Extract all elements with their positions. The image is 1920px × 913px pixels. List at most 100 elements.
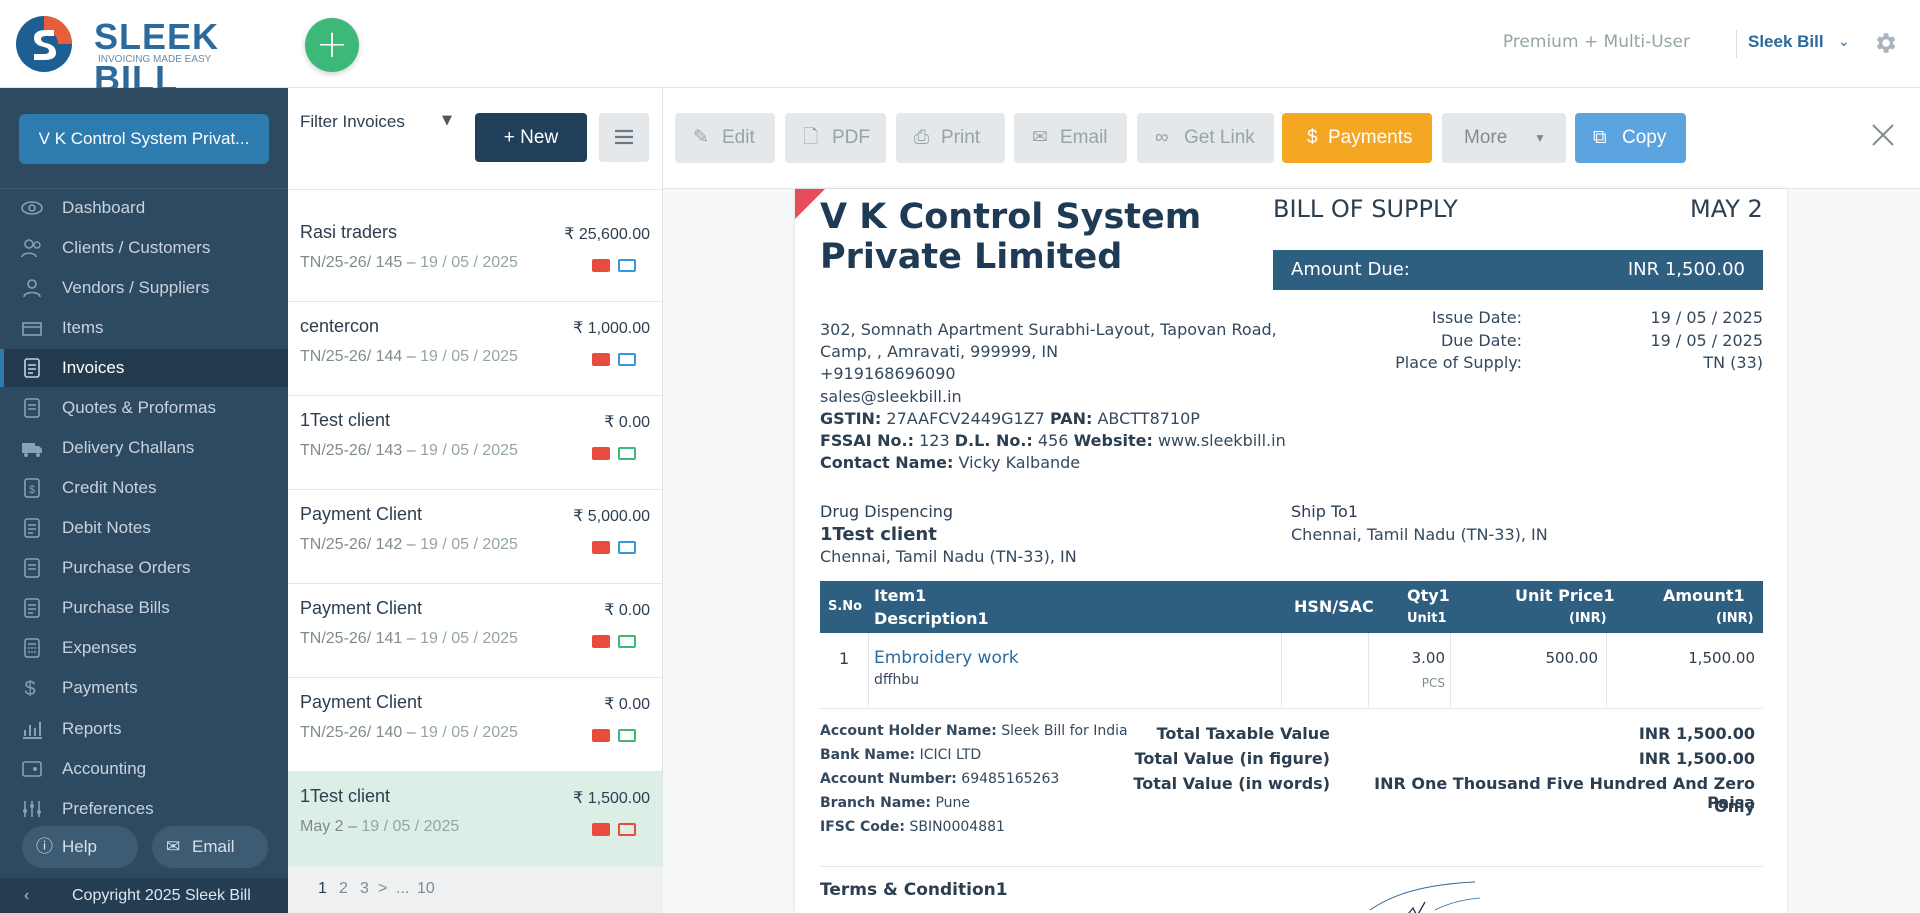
invoice-amount: ₹ 1,000.00 (573, 320, 650, 337)
website-label: Website: (1073, 431, 1153, 450)
invoice-meta: May 2 – 19 / 05 / 2025 (300, 818, 460, 835)
dollar-doc-icon: $ (24, 478, 40, 498)
sidebar-item-debit-notes[interactable]: Debit Notes (0, 509, 288, 547)
list-menu-button[interactable] (599, 113, 649, 162)
email-button[interactable]: ✉ Email (1014, 113, 1127, 163)
phone: +919168696090 (820, 364, 956, 383)
sidebar-item-quotes[interactable]: Quotes & Proformas (0, 389, 288, 427)
sidebar-item-credit-notes[interactable]: $ Credit Notes (0, 469, 288, 507)
help-button[interactable]: ⓘ Help (22, 826, 138, 868)
website: www.sleekbill.in (1157, 431, 1286, 450)
print-label: Print (941, 127, 981, 148)
payments-button[interactable]: $ Payments (1282, 113, 1432, 163)
pan: ABCTT8710P (1097, 409, 1200, 428)
sidebar-item-label: Vendors / Suppliers (62, 278, 210, 297)
invoice-list-item[interactable]: Rasi traders ₹ 25,600.00 TN/25-26/ 145 –… (288, 208, 662, 302)
row-qty: 3.00 (1411, 649, 1445, 667)
sidebar-item-purchase-bills[interactable]: Purchase Bills (0, 589, 288, 627)
eye-icon (21, 201, 43, 215)
email-sent-icon (592, 635, 610, 648)
email-sent-icon (592, 447, 610, 460)
sidebar-item-expenses[interactable]: Expenses (0, 629, 288, 667)
sidebar-item-purchase-orders[interactable]: Purchase Orders (0, 549, 288, 587)
sidebar-item-label: Clients / Customers (62, 238, 211, 257)
col-unit-price: Unit Price1 (1515, 586, 1615, 605)
row-divider (820, 708, 1763, 709)
total-taxable-value: INR 1,500.00 (1638, 724, 1755, 743)
dollar-icon: $ (24, 678, 35, 699)
invoice-date: 19 / 05 / 2025 (420, 442, 518, 459)
collapse-chevron-icon[interactable]: ‹ (24, 878, 29, 913)
sidebar-item-label: Preferences (62, 799, 154, 818)
sidebar-item-label: Invoices (62, 358, 125, 377)
total-figure-label: Total Value (in figure) (1134, 749, 1330, 768)
user-menu[interactable]: Sleek Bill (1748, 32, 1824, 52)
amount-due-label: Amount Due: (1291, 259, 1410, 280)
edit-button[interactable]: ✎ Edit (675, 113, 775, 163)
sidebar-item-accounting[interactable]: Accounting (0, 750, 288, 788)
copy-button[interactable]: ⧉ Copy (1575, 113, 1686, 163)
copy-icon: ⧉ (1593, 127, 1607, 148)
email-support-button[interactable]: ✉ Email (152, 826, 268, 868)
sidebar-item-items[interactable]: Items (0, 309, 288, 347)
row-description: dffhbu (874, 672, 920, 688)
sidebar-item-preferences[interactable]: Preferences (0, 790, 288, 828)
invoice-meta: TN/25-26/ 145 – 19 / 05 / 2025 (300, 254, 518, 271)
print-button[interactable]: ⎙ Print (896, 113, 1005, 163)
email-sent-icon (592, 541, 610, 554)
company-switcher-button[interactable]: V K Control System Privat... (19, 114, 269, 164)
page-3[interactable]: 3 (360, 880, 369, 898)
invoice-amount: ₹ 0.00 (604, 696, 650, 713)
more-dropdown-button[interactable]: More ▼ (1442, 113, 1566, 163)
invoice-amount: ₹ 5,000.00 (573, 508, 650, 525)
email-sent-icon (592, 353, 610, 366)
sidebar-item-dashboard[interactable]: Dashboard (0, 189, 288, 227)
filter-invoices-dropdown[interactable]: Filter Invoices (300, 112, 405, 132)
plan-label: Premium + Multi-User (1502, 32, 1690, 52)
page-last[interactable]: 10 (417, 880, 435, 898)
pagination: 1 2 3 > ... 10 (288, 866, 663, 913)
row-item: Embroidery work (874, 648, 1019, 668)
row-amount: 1,500.00 (1688, 649, 1755, 667)
invoice-list-item[interactable]: Payment Client ₹ 0.00 TN/25-26/ 141 – 19… (288, 584, 662, 678)
fssai-label: FSSAI No.: (820, 431, 915, 450)
address-line-2: Camp, , Amravati, 999999, IN (820, 342, 1059, 361)
invoice-list-item[interactable]: 1Test client ₹ 0.00 TN/25-26/ 143 – 19 /… (288, 396, 662, 490)
next-page-icon[interactable]: > (378, 880, 387, 898)
ship-to-address: Chennai, Tamil Nadu (TN-33), IN (1291, 525, 1548, 544)
page-2[interactable]: 2 (339, 880, 348, 898)
logo-s-icon (16, 16, 72, 72)
invoice-list-item[interactable]: Payment Client ₹ 5,000.00 TN/25-26/ 142 … (288, 490, 662, 584)
app-logo[interactable]: SLEEK BILL INVOICING MADE EASY (14, 14, 284, 99)
sidebar-item-label: Accounting (62, 759, 147, 778)
total-words-line-2: Only (1714, 797, 1755, 816)
sidebar-item-invoices[interactable]: Invoices (0, 349, 288, 387)
invoice-list-item[interactable]: centercon ₹ 1,000.00 TN/25-26/ 144 – 19 … (288, 302, 662, 396)
col-unit-price-currency: (INR) (1569, 611, 1607, 626)
page-1[interactable]: 1 (318, 880, 327, 898)
sidebar-item-reports[interactable]: Reports (0, 710, 288, 748)
sidebar-item-clients[interactable]: Clients / Customers (0, 229, 288, 267)
gear-icon[interactable] (1872, 30, 1898, 56)
invoice-date: 19 / 05 / 2025 (420, 254, 518, 271)
get-link-button[interactable]: ∞ Get Link (1137, 113, 1274, 163)
payment-status-icon (618, 541, 636, 554)
payment-status-icon (618, 823, 636, 836)
caret-down-icon[interactable]: ▼ (442, 113, 452, 128)
invoice-list-item[interactable]: Payment Client ₹ 0.00 TN/25-26/ 140 – 19… (288, 678, 662, 772)
row-unit: PCS (1421, 676, 1445, 690)
sidebar-item-delivery-challans[interactable]: Delivery Challans (0, 429, 288, 467)
sidebar-item-vendors[interactable]: Vendors / Suppliers (0, 269, 288, 307)
col-item: Item1 (874, 586, 927, 605)
pan-label: PAN: (1049, 409, 1093, 428)
invoice-list-item-selected[interactable]: 1Test client ₹ 1,500.00 May 2 – 19 / 05 … (288, 772, 662, 866)
chevron-down-icon[interactable]: ⌄ (1838, 34, 1850, 50)
issue-date-label: Issue Date: (1431, 308, 1522, 327)
get-link-label: Get Link (1184, 127, 1255, 148)
bank-name-value: ICICI LTD (919, 747, 982, 763)
sidebar-item-payments[interactable]: $ Payments (0, 669, 288, 707)
quick-add-button[interactable]: + (305, 18, 359, 72)
new-invoice-button[interactable]: + New (475, 113, 587, 162)
close-icon[interactable] (1868, 120, 1898, 150)
pdf-button[interactable]: 🗋 PDF (785, 113, 886, 163)
